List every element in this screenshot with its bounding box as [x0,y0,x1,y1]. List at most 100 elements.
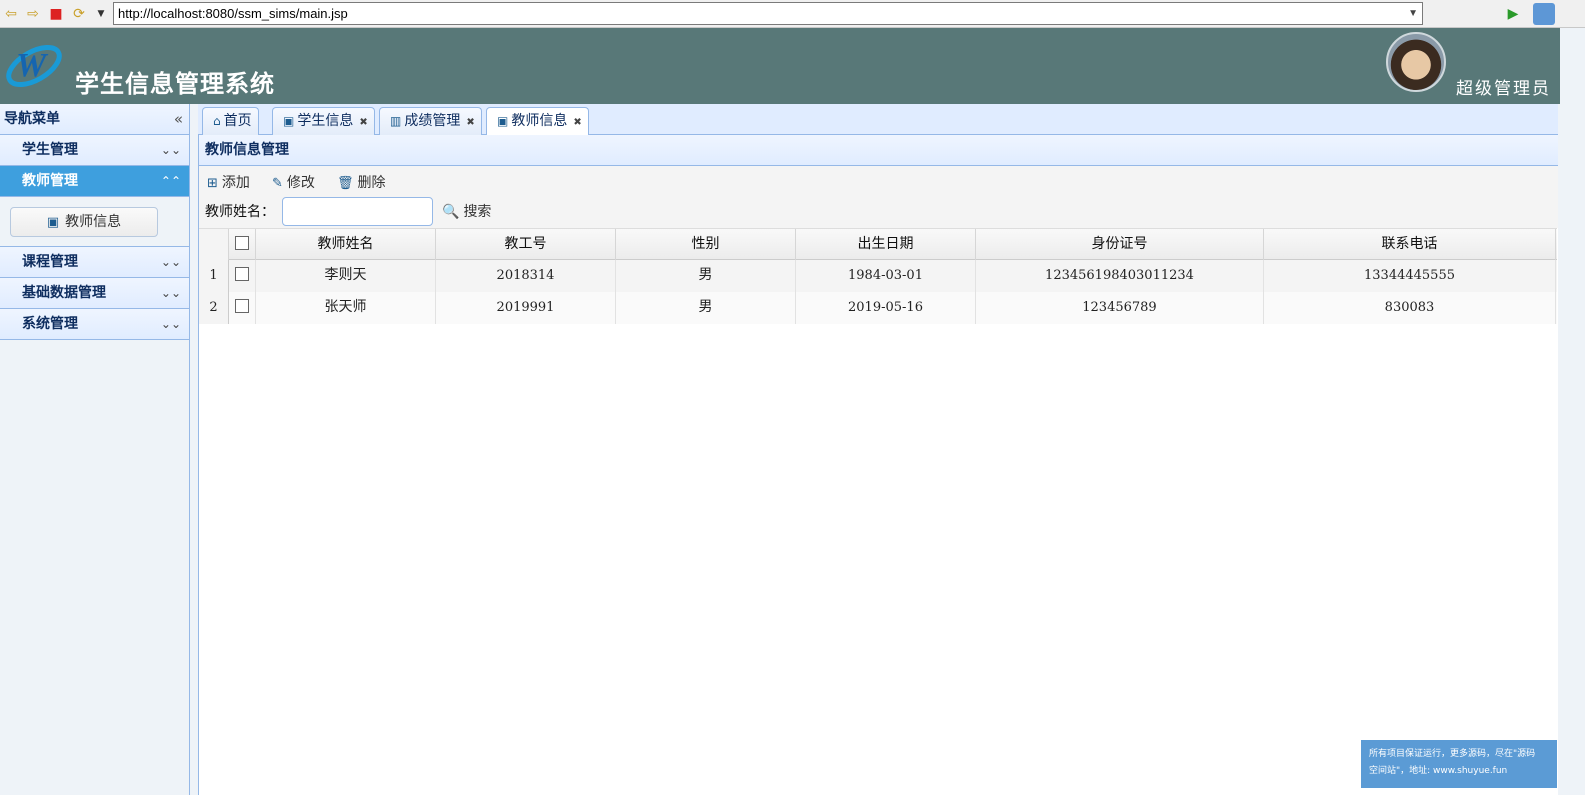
col-header-id[interactable]: 教工号 [436,229,616,261]
cell-birth: 2019-05-16 [796,292,976,324]
row-number: 2 [199,292,229,324]
sidebar-group-system[interactable]: 系统管理 ⌄⌄ [0,309,189,340]
tab-bar: ⌂ 首页 ▣ 学生信息 ✖ ▥ 成绩管理 ✖ ▣ 教师信息 ✖ [198,104,1558,136]
tab-student-info[interactable]: ▣ 学生信息 ✖ [272,107,375,135]
tab-score-manage[interactable]: ▥ 成绩管理 ✖ [379,107,482,135]
sidebar-group-student[interactable]: 学生管理 ⌄⌄ [0,135,189,166]
sidebar-group-label: 教师管理 [22,173,78,189]
chevron-up-icon[interactable]: ⌃⌃ [161,166,181,196]
chevron-down-icon[interactable]: ⌄⌄ [161,247,181,277]
refresh-icon[interactable]: ⟳ [70,5,88,23]
cell-name: 张天师 [256,292,436,324]
search-icon: 🔍 [442,204,460,220]
watermark-line1: 所有项目保证运行，更多源码，尽在"源码 [1369,749,1536,759]
select-all-checkbox[interactable] [235,236,249,250]
tab-label: 教师信息 [511,113,568,129]
app-title: 学生信息管理系统 [75,70,275,98]
table-row[interactable]: 2 张天师 2019991 男 2019-05-16 123456789 830… [199,292,1557,324]
grid-header-row: 教师姓名 教工号 性别 出生日期 身份证号 联系电话 [199,228,1557,261]
search-label: 教师姓名： [205,204,275,220]
cell-idcard: 123456789 [976,292,1264,324]
tab-teacher-info[interactable]: ▣ 教师信息 ✖ [486,107,589,136]
col-header-name[interactable]: 教师姓名 [256,229,436,261]
address-bar[interactable]: http://localhost:8080/ssm_sims/main.jsp … [113,2,1423,25]
sidebar-header: 导航菜单 « [0,104,189,135]
col-header-phone[interactable]: 联系电话 [1264,229,1556,261]
user-card-icon: ▣ [46,215,60,230]
sidebar: 导航菜单 « 学生管理 ⌄⌄ 教师管理 ⌃⌃ ▣ 教师信息 课程管理 ⌄⌄ 基础数… [0,104,190,795]
nav-dropdown-icon[interactable]: ▼ [92,5,110,23]
col-header-idcard[interactable]: 身份证号 [976,229,1264,261]
teacher-data-grid: 教师姓名 教工号 性别 出生日期 身份证号 联系电话 1 李则天 2018314… [198,228,1558,795]
row-select-cell [229,260,256,292]
row-checkbox[interactable] [235,267,249,281]
browser-toolbar: ⇦ ⇨ ■ ⟳ ▼ http://localhost:8080/ssm_sims… [0,0,1585,28]
col-header-birth[interactable]: 出生日期 [796,229,976,261]
chevron-down-icon[interactable]: ▼ [1408,3,1418,24]
svg-text:W: W [16,47,49,84]
sidebar-group-label: 学生管理 [22,142,78,158]
row-number: 1 [199,260,229,292]
forward-icon[interactable]: ⇨ [24,5,42,23]
teacher-name-search-input[interactable] [282,197,433,226]
cell-gender: 男 [616,260,796,292]
rownum-header [199,229,229,261]
collapse-sidebar-icon[interactable]: « [174,104,183,134]
address-text: http://localhost:8080/ssm_sims/main.jsp [118,6,348,21]
tab-home[interactable]: ⌂ 首页 [202,107,259,135]
go-icon[interactable]: ▶ [1503,4,1523,24]
add-label: 添加 [221,175,250,191]
tab-label: 学生信息 [297,113,354,129]
row-checkbox[interactable] [235,299,249,313]
sidebar-group-teacher-body: ▣ 教师信息 [0,197,189,247]
sidebar-group-label: 课程管理 [22,254,78,270]
chevron-down-icon[interactable]: ⌄⌄ [161,135,181,165]
extension-icon[interactable] [1533,3,1555,25]
table-row[interactable]: 1 李则天 2018314 男 1984-03-01 1234561984030… [199,260,1557,292]
trash-icon: 🗑 [337,176,354,191]
panel-title: 教师信息管理 [198,135,1558,166]
cell-phone: 830083 [1264,292,1556,324]
tab-label: 成绩管理 [404,113,461,129]
sidebar-item-label: 教师信息 [65,214,122,230]
cell-gender: 男 [616,292,796,324]
sidebar-group-label: 系统管理 [22,316,78,332]
edit-button[interactable]: ✎ 修改 [272,172,315,194]
home-icon: ⌂ [213,114,221,128]
col-header-gender[interactable]: 性别 [616,229,796,261]
back-icon[interactable]: ⇦ [2,5,20,23]
close-icon[interactable]: ✖ [359,117,367,128]
sidebar-item-teacher-info[interactable]: ▣ 教师信息 [10,207,158,237]
watermark-notice: 所有项目保证运行，更多源码，尽在"源码 空间站"，地址: www.shuyue.… [1361,740,1557,788]
delete-button[interactable]: 🗑 删除 [337,172,386,194]
close-icon[interactable]: ✖ [466,117,474,128]
close-icon[interactable]: ✖ [573,117,581,128]
app-header: W 学生信息管理系统 超级管理员 [0,28,1560,104]
add-button[interactable]: ⊞ 添加 [207,172,250,194]
cell-idcard: 123456198403011234 [976,260,1264,292]
tab-label: 首页 [223,113,252,129]
user-card-icon: ▣ [497,114,509,128]
chevron-down-icon[interactable]: ⌄⌄ [161,278,181,308]
sidebar-group-label: 基础数据管理 [22,285,106,301]
chevron-down-icon[interactable]: ⌄⌄ [161,309,181,339]
toolbar: ⊞ 添加 ✎ 修改 🗑 删除 教师姓名： 🔍 搜索 [198,166,1558,228]
search-button[interactable]: 🔍 搜索 [442,201,491,221]
stop-icon[interactable]: ■ [47,5,65,23]
bar-chart-icon: ▥ [390,114,402,128]
watermark-line2: 空间站"，地址: www.shuyue.fun [1369,766,1508,776]
edit-icon: ✎ [272,176,283,191]
row-select-cell [229,292,256,324]
delete-label: 删除 [357,175,386,191]
avatar[interactable] [1386,32,1446,92]
sidebar-group-teacher[interactable]: 教师管理 ⌃⌃ [0,166,189,197]
plus-square-icon: ⊞ [207,176,218,191]
sidebar-group-basic-data[interactable]: 基础数据管理 ⌄⌄ [0,278,189,309]
cell-name: 李则天 [256,260,436,292]
edit-label: 修改 [286,175,315,191]
sidebar-group-course[interactable]: 课程管理 ⌄⌄ [0,247,189,278]
search-button-label: 搜索 [463,204,492,220]
logo-icon: W [6,44,62,88]
select-all-cell [229,229,256,261]
cell-birth: 1984-03-01 [796,260,976,292]
